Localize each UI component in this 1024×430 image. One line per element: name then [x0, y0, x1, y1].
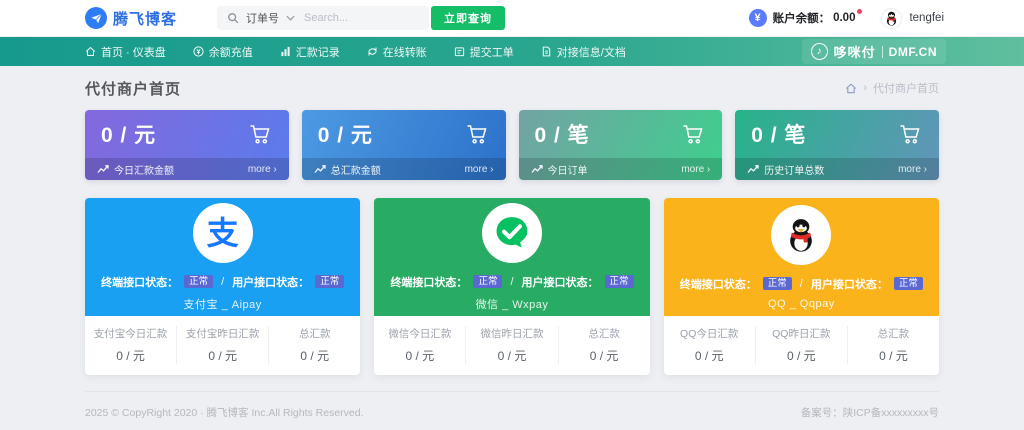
- stat-label: 历史订单总数: [764, 162, 824, 177]
- dmf-logo-icon: ♪: [811, 43, 828, 60]
- search-submit-button[interactable]: 立即查询: [431, 6, 505, 30]
- account-area: ¥ 账户余额： 0.00 tengfei: [749, 8, 944, 29]
- yuan-icon: ¥: [749, 9, 767, 27]
- chevron-down-icon[interactable]: [286, 15, 295, 21]
- user-avatar[interactable]: [881, 8, 902, 29]
- stat-label: 总汇款金额: [331, 162, 381, 177]
- status-badge: 正常: [605, 275, 634, 289]
- payment-card-alipay: 支 终端接口状态： 正常 / 用户接口状态： 正常 支付宝 _ Aipay 支付…: [85, 198, 360, 375]
- nav-item-docs[interactable]: 对接信息/文档: [541, 44, 626, 60]
- top-header: 腾飞博客 订单号 立即查询 ¥ 账户余额： 0.00: [0, 0, 1024, 37]
- search-category-select[interactable]: 订单号: [246, 10, 279, 26]
- stat-value: 0 / 笔: [751, 119, 806, 149]
- payment-card-qq: 终端接口状态： 正常 / 用户接口状态： 正常 QQ _ Qqpay QQ今日汇…: [664, 198, 939, 375]
- cart-icon: [680, 122, 706, 146]
- stat-label: 今日汇款金额: [114, 162, 174, 177]
- stat-card-today-amount: 0 / 元 今日汇款金额 more ›: [85, 110, 289, 180]
- stat-card-row: 0 / 元 今日汇款金额 more › 0 / 元 总汇款金额: [85, 110, 939, 180]
- title-row: 代付商户首页 › 代付商户首页: [85, 66, 939, 110]
- dmf-brand-link[interactable]: ♪ 哆咪付 DMF.CN: [802, 39, 946, 64]
- divider: [882, 46, 883, 58]
- copyright-text: 2025 © CopyRight 2020 · 腾飞博客 Inc.All Rig…: [85, 405, 364, 420]
- channel-name: 支付宝 _ Aipay: [184, 296, 262, 312]
- status-badge: 正常: [184, 275, 213, 289]
- wechat-logo-icon: [482, 203, 542, 263]
- nav-item-online-transfer[interactable]: 在线转账: [367, 44, 427, 60]
- balance-label: 账户余额：: [773, 10, 831, 26]
- nav-item-recharge[interactable]: 余额充值: [193, 44, 253, 60]
- status-badge: 正常: [894, 277, 923, 291]
- site-logo[interactable]: 腾飞博客: [85, 7, 177, 29]
- breadcrumb-home-icon[interactable]: [845, 83, 857, 94]
- nav-item-remit-records[interactable]: 汇款记录: [280, 44, 340, 60]
- search-box: 订单号: [217, 6, 429, 30]
- home-icon: [85, 46, 96, 57]
- channel-name: 微信 _ Wxpay: [476, 296, 549, 312]
- channel-stat: 微信今日汇款 0 / 元: [374, 326, 465, 364]
- nav-item-submit-ticket[interactable]: 提交工单: [454, 44, 514, 60]
- interface-status-line: 终端接口状态： 正常 / 用户接口状态： 正常: [390, 274, 633, 290]
- stat-value: 0 / 笔: [535, 119, 590, 149]
- search-icon: [227, 12, 239, 24]
- stat-value: 0 / 元: [101, 119, 156, 149]
- cart-icon: [247, 122, 273, 146]
- document-icon: [541, 46, 552, 57]
- main-nav: 首页 · 仪表盘 余额充值 汇款记录 在线转账 提交工单 对接信息/文档 ♪ 哆…: [0, 37, 1024, 66]
- paper-plane-icon: [85, 7, 107, 29]
- interface-status-line: 终端接口状态： 正常 / 用户接口状态： 正常: [680, 276, 923, 292]
- balance-value[interactable]: 0.00: [833, 12, 855, 24]
- more-link[interactable]: more ›: [681, 164, 710, 175]
- channel-stat: 总汇款 0 / 元: [268, 326, 360, 364]
- site-logo-text: 腾飞博客: [113, 8, 177, 29]
- trend-up-icon: [747, 164, 759, 174]
- trend-up-icon: [97, 164, 109, 174]
- channel-name: QQ _ Qqpay: [768, 298, 835, 310]
- search-bar: 订单号 立即查询: [217, 6, 505, 30]
- stat-label: 今日订单: [548, 162, 588, 177]
- nav-items: 首页 · 仪表盘 余额充值 汇款记录 在线转账 提交工单 对接信息/文档: [85, 44, 626, 60]
- stat-card-total-amount: 0 / 元 总汇款金额 more ›: [302, 110, 506, 180]
- channel-stat: 支付宝今日汇款 0 / 元: [85, 326, 176, 364]
- more-link[interactable]: more ›: [465, 164, 494, 175]
- cart-icon: [464, 122, 490, 146]
- channel-stat: QQ今日汇款 0 / 元: [664, 326, 755, 364]
- status-badge: 正常: [315, 275, 344, 289]
- stat-card-history-orders: 0 / 笔 历史订单总数 more ›: [735, 110, 939, 180]
- page-footer: 2025 © CopyRight 2020 · 腾飞博客 Inc.All Rig…: [85, 391, 939, 420]
- breadcrumb-separator: ›: [863, 82, 867, 94]
- coin-icon: [193, 46, 204, 57]
- icp-text: 备案号：陕ICP备xxxxxxxxx号: [801, 405, 939, 420]
- nav-item-dashboard[interactable]: 首页 · 仪表盘: [85, 44, 166, 60]
- username[interactable]: tengfei: [909, 12, 944, 24]
- channel-stat: 支付宝昨日汇款 0 / 元: [176, 326, 268, 364]
- page-title: 代付商户首页: [85, 78, 181, 99]
- channel-stat: 总汇款 0 / 元: [847, 326, 939, 364]
- channel-stat: 总汇款 0 / 元: [558, 326, 650, 364]
- transfer-icon: [367, 46, 378, 57]
- more-link[interactable]: more ›: [898, 164, 927, 175]
- status-badge: 正常: [763, 277, 792, 291]
- trend-up-icon: [314, 164, 326, 174]
- qq-penguin-icon: [883, 10, 900, 27]
- payment-card-row: 支 终端接口状态： 正常 / 用户接口状态： 正常 支付宝 _ Aipay 支付…: [85, 198, 939, 375]
- notification-dot: [857, 9, 862, 14]
- payment-card-wechat: 终端接口状态： 正常 / 用户接口状态： 正常 微信 _ Wxpay 微信今日汇…: [374, 198, 649, 375]
- qq-logo-icon: [771, 205, 831, 265]
- status-badge: 正常: [473, 275, 502, 289]
- channel-stat: QQ昨日汇款 0 / 元: [755, 326, 847, 364]
- stat-card-today-orders: 0 / 笔 今日订单 more ›: [519, 110, 723, 180]
- trend-up-icon: [531, 164, 543, 174]
- bar-chart-icon: [280, 46, 291, 57]
- search-input[interactable]: [302, 11, 380, 25]
- ticket-icon: [454, 46, 465, 57]
- breadcrumb-current: 代付商户首页: [873, 80, 939, 96]
- alipay-logo-icon: 支: [193, 203, 253, 263]
- channel-stat: 微信昨日汇款 0 / 元: [465, 326, 557, 364]
- main-content: 代付商户首页 › 代付商户首页 0 / 元 今日汇款金额 more ›: [0, 66, 1024, 375]
- stat-value: 0 / 元: [318, 119, 373, 149]
- cart-icon: [897, 122, 923, 146]
- more-link[interactable]: more ›: [248, 164, 277, 175]
- breadcrumb: › 代付商户首页: [845, 80, 939, 96]
- interface-status-line: 终端接口状态： 正常 / 用户接口状态： 正常: [101, 274, 344, 290]
